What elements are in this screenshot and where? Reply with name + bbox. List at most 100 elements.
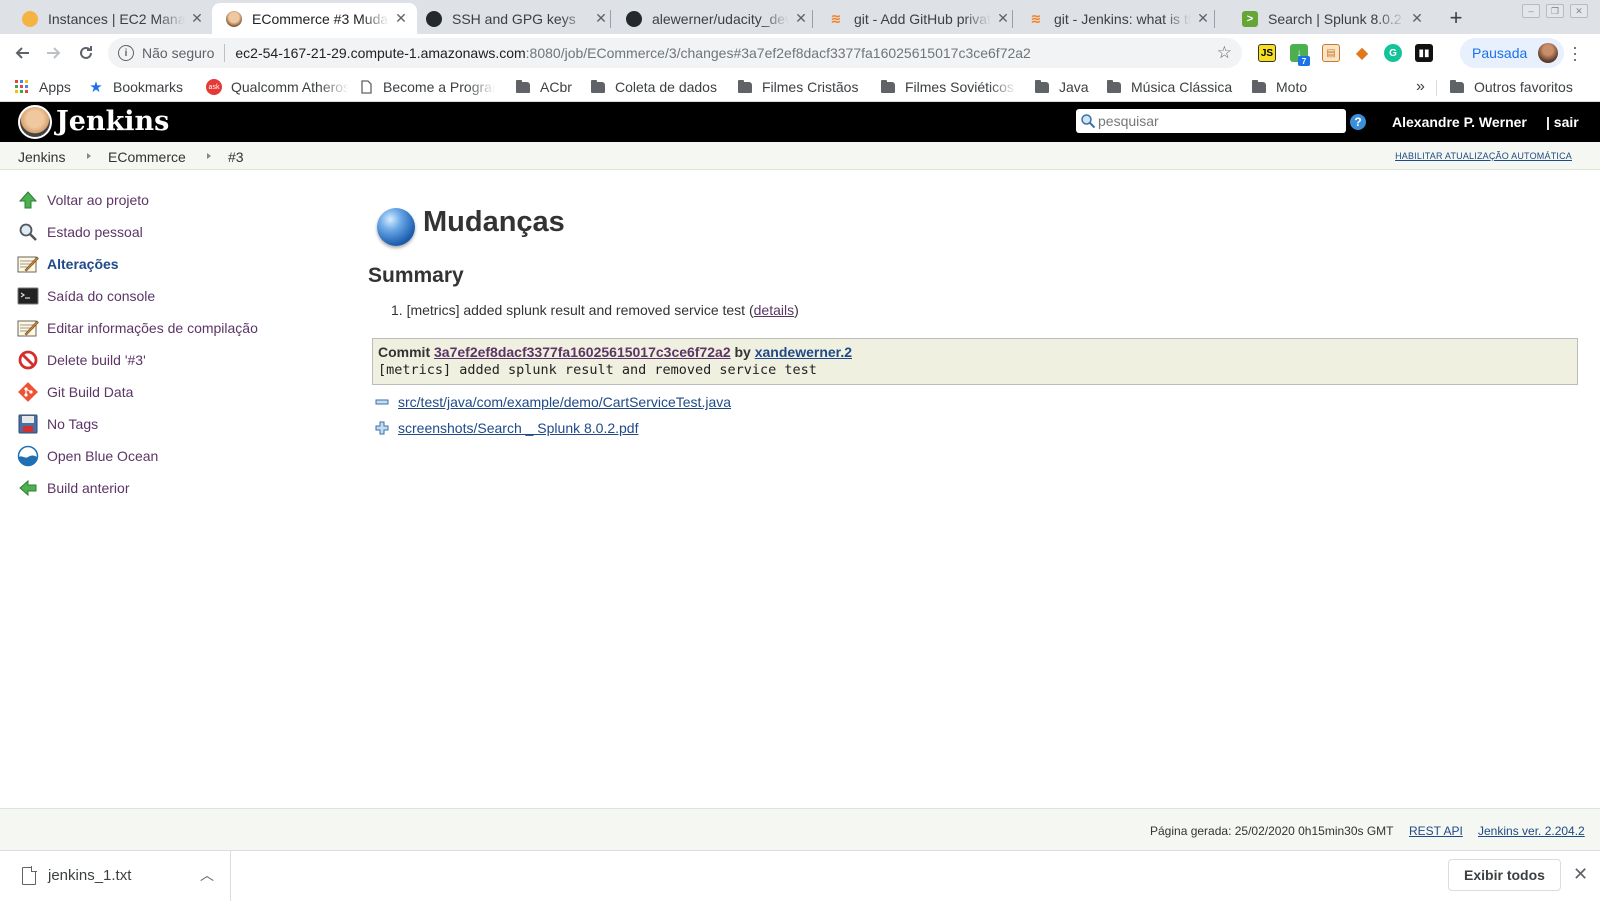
bookmark-qualcomm[interactable]: ask Qualcomm Atheros — [206, 77, 349, 97]
task-changes[interactable]: Alterações — [16, 250, 336, 278]
help-icon[interactable]: ? — [1350, 114, 1366, 130]
file-added-icon — [375, 421, 389, 435]
jenkins-logo-icon[interactable] — [18, 105, 52, 139]
forward-arrow-icon — [47, 47, 61, 59]
info-icon[interactable]: i — [118, 45, 134, 61]
commit-header: Commit 3a7ef2ef8dacf3377fa16025615017c3c… — [378, 344, 1572, 360]
browser-tab-ec2[interactable]: Instances | EC2 Management Console ✕ — [8, 3, 213, 34]
bookmark-folder-filmes-sovieticos[interactable]: Filmes Soviéticos — [880, 77, 1017, 97]
breadcrumb-jenkins[interactable]: Jenkins — [18, 149, 65, 165]
bookmarks-overflow-button[interactable]: » — [1416, 77, 1425, 97]
blue-ball-status-icon — [377, 208, 415, 246]
changed-file-link[interactable]: screenshots/Search _ Splunk 8.0.2.pdf — [398, 420, 638, 436]
task-label: No Tags — [47, 416, 99, 432]
extension-badge: 7 — [1298, 56, 1310, 66]
browser-tab-stackoverflow-1[interactable]: ≋ git - Add GitHub private key ✕ — [814, 3, 1019, 34]
browser-tab-ssh-keys[interactable]: SSH and GPG keys ✕ — [412, 3, 617, 34]
chevron-up-icon[interactable]: ︿ — [200, 865, 214, 885]
breadcrumb-separator-icon[interactable] — [87, 153, 91, 159]
close-tab-icon[interactable]: ✕ — [189, 10, 205, 27]
jenkins-version-link[interactable]: Jenkins ver. 2.204.2 — [1478, 824, 1585, 838]
enable-auto-refresh-link[interactable]: HABILITAR ATUALIZAÇÃO AUTOMÁTICA — [1395, 151, 1572, 161]
jenkins-title[interactable]: Jenkins — [56, 106, 169, 137]
stackoverflow-icon: ≋ — [1030, 10, 1042, 26]
notepad-icon — [16, 252, 40, 276]
close-tab-icon[interactable]: ✕ — [995, 10, 1011, 27]
maximize-window-button[interactable]: ❐ — [1546, 4, 1564, 18]
notepad-edit-icon — [16, 316, 40, 340]
task-previous-build[interactable]: Build anterior — [16, 474, 336, 502]
bookmark-folder-coleta[interactable]: Coleta de dados — [590, 77, 717, 97]
grammarly-icon[interactable]: G — [1384, 44, 1402, 62]
show-all-downloads-button[interactable]: Exibir todos — [1448, 859, 1561, 891]
reload-button[interactable] — [74, 41, 98, 65]
search-input[interactable] — [1098, 113, 1338, 129]
commit-author-link[interactable]: xandewerner.2 — [755, 344, 852, 360]
commit-message: [metrics] added splunk result and remove… — [378, 362, 817, 378]
jenkins-icon — [226, 10, 242, 27]
js-extension-icon[interactable]: JS — [1258, 44, 1276, 62]
tab-title: ECommerce #3 Mudanças [Jenkins] — [252, 10, 389, 27]
task-status[interactable]: Estado pessoal — [16, 218, 336, 246]
bookmark-folder-musica-classica[interactable]: Música Clássica — [1106, 77, 1232, 97]
minimize-window-button[interactable]: – — [1522, 4, 1540, 18]
bookmark-label: Qualcomm Atheros — [231, 79, 349, 95]
breadcrumb-build-3[interactable]: #3 — [228, 149, 244, 165]
browser-tab-github-repo[interactable]: alewerner/udacity_devops ✕ — [612, 3, 817, 34]
rest-api-link[interactable]: REST API — [1409, 824, 1463, 838]
github-icon — [626, 10, 642, 27]
bookmark-become-programmer[interactable]: Become a Programmer — [358, 77, 495, 97]
task-console-output[interactable]: Saída do console — [16, 282, 336, 310]
commit-by-label: by — [734, 344, 751, 360]
bookmark-bookmarks[interactable]: ★ Bookmarks — [88, 77, 183, 97]
new-tab-button[interactable]: + — [1444, 5, 1468, 31]
task-delete-build[interactable]: Delete build '#3' — [16, 346, 336, 374]
breadcrumb-separator-icon[interactable] — [207, 153, 211, 159]
bookmark-star-icon[interactable]: ☆ — [1217, 43, 1232, 63]
tab-manager-extension-icon[interactable]: ▮▮ — [1415, 44, 1433, 62]
page-icon — [358, 80, 374, 94]
browser-menu-icon[interactable]: · · · — [1572, 38, 1578, 68]
close-tab-icon[interactable]: ✕ — [1409, 10, 1425, 27]
details-link[interactable]: details — [754, 302, 794, 318]
bookmark-folder-filmes-cristaos[interactable]: Filmes Cristãos — [737, 77, 858, 97]
aws-icon — [22, 10, 38, 27]
task-label: Voltar ao projeto — [47, 192, 149, 208]
search-icon — [1081, 114, 1096, 129]
breadcrumb-ecommerce[interactable]: ECommerce — [108, 149, 186, 165]
task-open-blue-ocean[interactable]: Open Blue Ocean — [16, 442, 336, 470]
changed-file-link[interactable]: src/test/java/com/example/demo/CartServi… — [398, 394, 731, 410]
close-icon[interactable]: ✕ — [1573, 864, 1588, 885]
download-item[interactable]: jenkins_1.txt ︿ — [0, 851, 231, 901]
bookmark-folder-moto[interactable]: Moto — [1251, 77, 1307, 97]
user-name-link[interactable]: Alexandre P. Werner — [1392, 114, 1527, 130]
task-back-to-project[interactable]: Voltar ao projeto — [16, 186, 336, 214]
browser-tab-splunk[interactable]: > Search | Splunk 8.0.2 ✕ — [1228, 3, 1433, 34]
bookmark-other-favorites[interactable]: Outros favoritos — [1449, 77, 1573, 97]
close-tab-icon[interactable]: ✕ — [1195, 10, 1211, 27]
bookmark-folder-acbr[interactable]: ACbr — [515, 77, 572, 97]
bookmark-apps[interactable]: Apps — [14, 77, 71, 97]
bookmarks-bar: Apps ★ Bookmarks ask Qualcomm Atheros Be… — [0, 72, 1600, 102]
back-button[interactable] — [10, 41, 34, 65]
forward-button[interactable] — [42, 41, 66, 65]
task-no-tags[interactable]: No Tags — [16, 410, 336, 438]
browser-tab-jenkins[interactable]: ECommerce #3 Mudanças [Jenkins] ✕ — [212, 3, 417, 34]
browser-tab-stackoverflow-2[interactable]: ≋ git - Jenkins: what is the ✕ — [1014, 3, 1219, 34]
bookmark-folder-java[interactable]: Java — [1034, 77, 1089, 97]
address-bar[interactable]: i Não seguro ec2-54-167-21-29.compute-1.… — [108, 38, 1242, 68]
profile-button[interactable]: Pausada — [1460, 38, 1564, 68]
commit-hash-link[interactable]: 3a7ef2ef8dacf3377fa16025615017c3ce6f72a2 — [434, 344, 731, 360]
close-tab-icon[interactable]: ✕ — [593, 10, 609, 27]
logout-link[interactable]: | sair — [1546, 114, 1579, 130]
reader-extension-icon[interactable]: ▤ — [1322, 44, 1340, 62]
folder-icon — [1034, 79, 1050, 94]
bookmark-label: Coleta de dados — [615, 79, 717, 95]
metamask-fox-icon[interactable]: ◆ — [1353, 44, 1371, 62]
changed-file-row: screenshots/Search _ Splunk 8.0.2.pdf — [375, 418, 638, 438]
task-edit-build-info[interactable]: Editar informações de compilação — [16, 314, 336, 342]
close-window-button[interactable]: ✕ — [1570, 4, 1588, 18]
close-tab-icon[interactable]: ✕ — [393, 10, 409, 27]
close-tab-icon[interactable]: ✕ — [793, 10, 809, 27]
task-git-build-data[interactable]: Git Build Data — [16, 378, 336, 406]
